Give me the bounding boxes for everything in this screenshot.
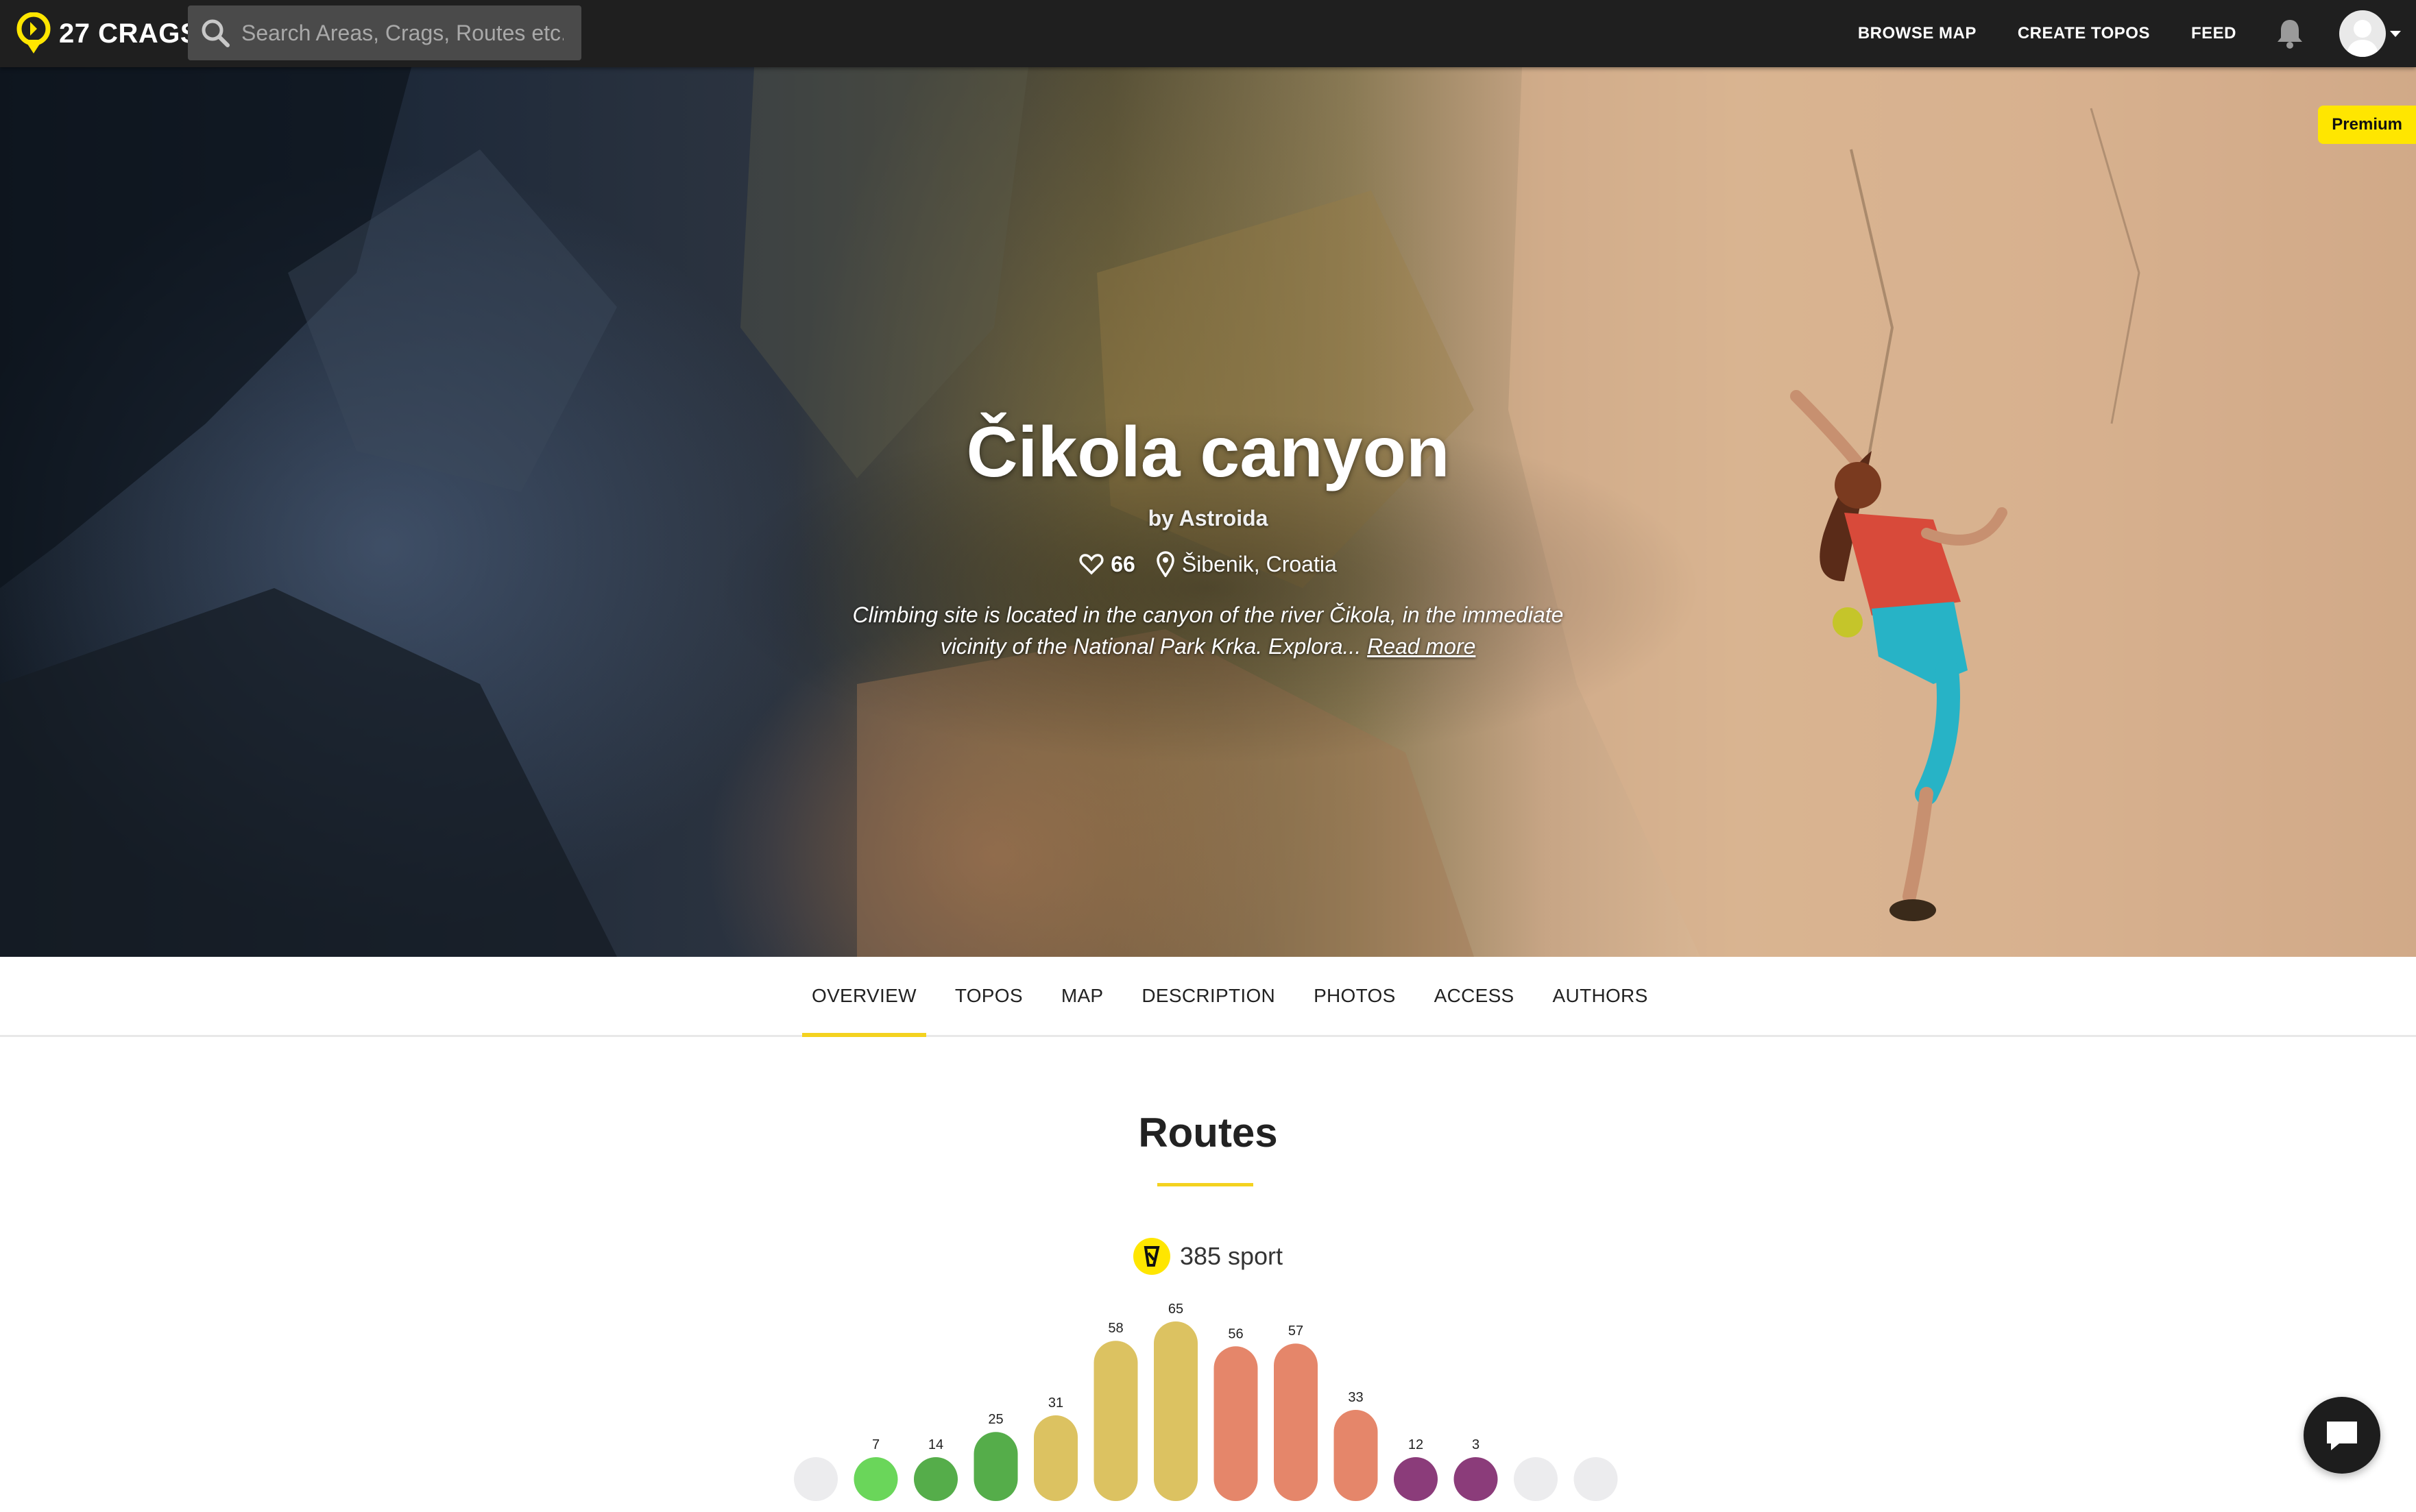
nav-browse-map[interactable]: BROWSE MAP <box>1858 24 1977 43</box>
grade-count-label: 33 <box>1348 1390 1363 1405</box>
tab-topos[interactable]: TOPOS <box>945 957 1032 1035</box>
grade-bar-7c[interactable] <box>1333 1409 1378 1501</box>
grade-bar-8c[interactable] <box>1514 1457 1558 1501</box>
bell-icon[interactable] <box>2275 17 2305 50</box>
grade-bar-7a[interactable] <box>1213 1346 1258 1501</box>
grade-bar-9a[interactable] <box>1573 1457 1618 1501</box>
grade-tick-label: 8b <box>1467 1509 1484 1512</box>
grade-tick-label: 7c <box>1348 1509 1364 1512</box>
grade-bar-6c[interactable] <box>1154 1321 1198 1501</box>
search-input[interactable] <box>240 19 565 47</box>
tab-photos[interactable]: PHOTOS <box>1304 957 1405 1035</box>
grade-count-label: 12 <box>1408 1437 1423 1452</box>
grade-tick-label: 6a <box>1048 1509 1065 1512</box>
nav-links: BROWSE MAP CREATE TOPOS FEED <box>1858 0 2416 67</box>
likes-count: 66 <box>1111 551 1135 576</box>
search-icon <box>202 19 230 47</box>
chat-button[interactable] <box>2304 1397 2380 1474</box>
grade-tick-label: 7a <box>1227 1509 1244 1512</box>
chat-icon <box>2327 1422 2357 1450</box>
tab-description[interactable]: DESCRIPTION <box>1132 957 1285 1035</box>
grade-count-label: 65 <box>1168 1302 1183 1317</box>
grade-count-label: 7 <box>872 1437 880 1452</box>
crag-title: Čikola canyon <box>966 413 1450 492</box>
grade-bar-6a[interactable] <box>1034 1415 1078 1501</box>
tab-map[interactable]: MAP <box>1052 957 1113 1035</box>
grade-count-label: 31 <box>1048 1395 1063 1411</box>
nav-feed[interactable]: FEED <box>2191 24 2236 43</box>
grade-count-label: 3 <box>1472 1437 1479 1452</box>
grade-count-label: 58 <box>1108 1321 1123 1336</box>
hero-banner: Premium Čikola canyon by Astroida 66 Šib… <box>0 67 2416 957</box>
logo-text: 27 CRAGS <box>59 18 200 49</box>
grade-tick-label: 8c <box>1527 1509 1543 1512</box>
sport-count: 385 sport <box>0 1238 2416 1275</box>
heart-icon[interactable] <box>1079 553 1104 575</box>
grade-count-label: 14 <box>928 1437 943 1452</box>
routes-heading-underline <box>1157 1183 1253 1186</box>
crag-author[interactable]: by Astroida <box>0 506 2416 531</box>
grade-bar-8b[interactable] <box>1453 1457 1498 1501</box>
tab-authors[interactable]: AUTHORS <box>1543 957 1658 1035</box>
grade-bar-6b[interactable] <box>1094 1341 1138 1501</box>
location-pin-icon <box>1157 551 1174 577</box>
grade-tick-label: 4 <box>871 1509 880 1512</box>
grade-count-label: 57 <box>1288 1324 1303 1339</box>
grade-count-label: 56 <box>1228 1326 1243 1341</box>
grade-distribution-chart: 3 7 4 14 5 25 5+ 31 6a 58 6b 65 6c 56 7a 57 7b 33 7c 12 8a 3 8… <box>794 1302 1618 1512</box>
crag-location[interactable]: Šibenik, Croatia <box>1182 552 1337 577</box>
search-box[interactable] <box>188 5 581 60</box>
top-navigation-bar: 27 CRAGS BROWSE MAP CREATE TOPOS FEED <box>0 0 2416 67</box>
section-tabs: OVERVIEW TOPOS MAP DESCRIPTION PHOTOS AC… <box>0 957 2416 1037</box>
grade-tick-label: 6b <box>1107 1509 1124 1512</box>
sport-quickdraw-icon <box>1133 1238 1170 1275</box>
routes-heading: Routes <box>1138 1110 1278 1156</box>
grade-tick-label: 6c <box>1168 1509 1183 1512</box>
grade-bar-8a[interactable] <box>1394 1457 1438 1501</box>
grade-bar-5+[interactable] <box>974 1432 1018 1501</box>
grade-tick-label: 3 <box>812 1509 820 1512</box>
avatar-silhouette-icon <box>2346 20 2379 57</box>
grade-tick-label: 5+ <box>987 1509 1004 1512</box>
grade-count-label: 25 <box>988 1412 1003 1427</box>
avatar[interactable] <box>2339 10 2386 57</box>
grade-tick-label: 9a <box>1587 1509 1604 1512</box>
chevron-down-icon[interactable] <box>2390 30 2401 37</box>
nav-create-topos[interactable]: CREATE TOPOS <box>2018 24 2150 43</box>
grade-bar-3[interactable] <box>794 1457 838 1501</box>
tab-access[interactable]: ACCESS <box>1425 957 1524 1035</box>
site-logo[interactable]: 27 CRAGS <box>15 10 199 58</box>
grade-bar-4[interactable] <box>854 1457 898 1501</box>
grade-bar-5[interactable] <box>914 1457 958 1501</box>
read-more-link[interactable]: Read more <box>1367 634 1475 659</box>
sport-count-label: 385 sport <box>1179 1242 1283 1270</box>
crag-description: Climbing site is located in the canyon o… <box>836 599 1580 662</box>
grade-tick-label: 8a <box>1408 1509 1425 1512</box>
logo-pin-icon <box>16 12 51 53</box>
premium-badge[interactable]: Premium <box>2318 106 2416 144</box>
tab-overview[interactable]: OVERVIEW <box>802 957 926 1037</box>
grade-tick-label: 7b <box>1288 1509 1304 1512</box>
grade-bar-7b[interactable] <box>1274 1343 1318 1501</box>
grade-tick-label: 5 <box>932 1509 940 1512</box>
crag-meta: 66 Šibenik, Croatia <box>0 551 2416 577</box>
